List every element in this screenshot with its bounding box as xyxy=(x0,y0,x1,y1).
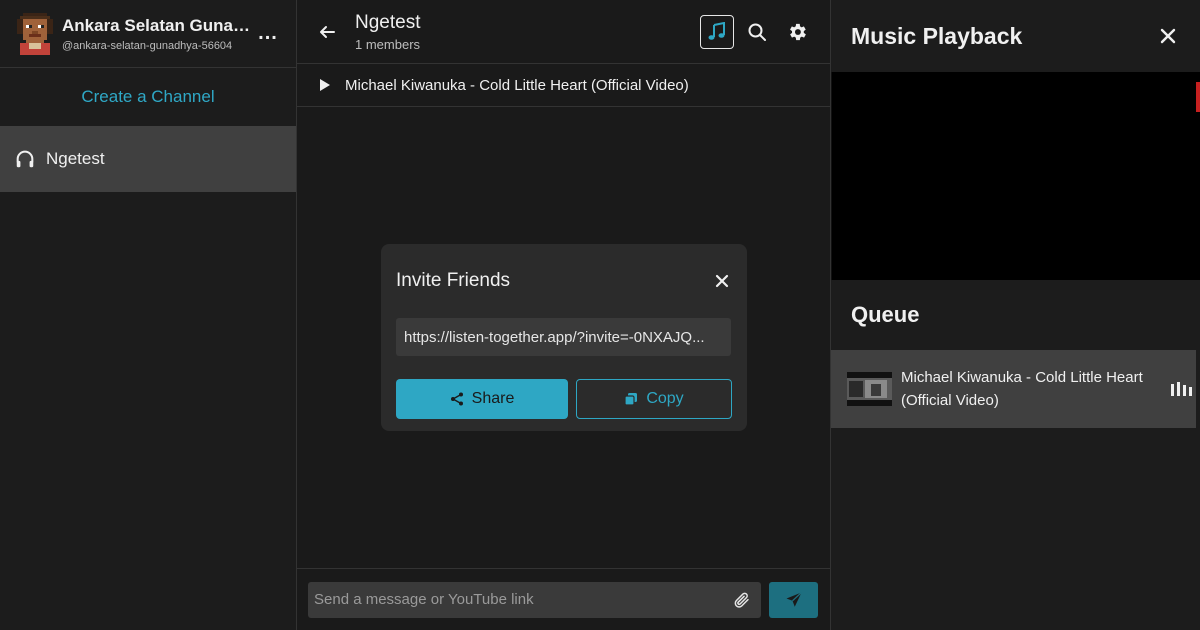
invite-link-field[interactable] xyxy=(396,318,731,356)
send-button[interactable] xyxy=(769,581,818,618)
queue-item[interactable]: Michael Kiwanuka - Cold Little Heart (Of… xyxy=(831,350,1196,428)
copy-icon xyxy=(624,393,638,406)
music-toggle-button[interactable] xyxy=(700,14,734,49)
search-button[interactable] xyxy=(740,15,774,49)
user-handle: @ankara-selatan-gunadhya-56604 xyxy=(62,39,233,52)
chat-header: Ngetest 1 members xyxy=(297,0,830,64)
music-playback-title: Music Playback xyxy=(851,22,1023,49)
user-header: Ankara Selatan Gunad... @ankara-selatan-… xyxy=(0,0,296,68)
music-playback-panel: Music Playback Queue Michael Kiwanuka - … xyxy=(831,0,1200,630)
create-channel-button[interactable]: Create a Channel xyxy=(0,68,296,126)
play-icon xyxy=(320,79,330,91)
message-input[interactable] xyxy=(308,581,761,618)
modal-title: Invite Friends xyxy=(396,270,511,291)
send-icon xyxy=(786,591,802,607)
close-icon xyxy=(1160,28,1176,44)
share-button[interactable]: Share xyxy=(396,379,568,419)
copy-label: Copy xyxy=(646,390,684,407)
avatar[interactable] xyxy=(14,12,56,55)
share-icon xyxy=(450,392,463,406)
queue-item-title: Michael Kiwanuka - Cold Little Heart (Of… xyxy=(901,369,1143,409)
video-thumbnail xyxy=(847,372,892,406)
back-button[interactable] xyxy=(313,18,341,46)
user-display-name: Ankara Selatan Gunad... xyxy=(62,15,254,35)
now-playing-bar[interactable]: Michael Kiwanuka - Cold Little Heart (Of… xyxy=(297,64,830,107)
equalizer-icon xyxy=(1171,382,1192,396)
share-label: Share xyxy=(471,390,515,407)
close-panel-button[interactable] xyxy=(1156,24,1180,48)
sidebar-item-ngetest[interactable]: Ngetest xyxy=(0,126,296,192)
music-note-icon xyxy=(708,21,725,40)
channel-title: Ngetest xyxy=(355,11,421,33)
message-composer xyxy=(297,568,831,630)
gear-icon xyxy=(790,23,806,40)
sidebar: Ankara Selatan Gunad... @ankara-selatan-… xyxy=(0,0,297,630)
modal-close-button[interactable] xyxy=(712,271,732,291)
player-scrollbar[interactable] xyxy=(1196,72,1200,280)
copy-button[interactable]: Copy xyxy=(576,379,732,419)
more-options-button[interactable]: ... xyxy=(254,22,282,45)
close-icon xyxy=(715,274,729,288)
search-icon xyxy=(748,23,766,41)
sidebar-item-label: Ngetest xyxy=(46,149,105,168)
arrow-left-icon xyxy=(320,25,335,38)
paperclip-icon[interactable] xyxy=(733,591,751,609)
queue-title: Queue xyxy=(851,302,920,327)
headphones-icon xyxy=(16,150,34,168)
settings-button[interactable] xyxy=(780,15,814,49)
member-count: 1 members xyxy=(355,36,421,52)
video-player[interactable] xyxy=(831,72,1200,280)
now-playing-title: Michael Kiwanuka - Cold Little Heart (Of… xyxy=(345,76,689,94)
invite-friends-modal: Invite Friends Share Copy xyxy=(381,244,747,431)
